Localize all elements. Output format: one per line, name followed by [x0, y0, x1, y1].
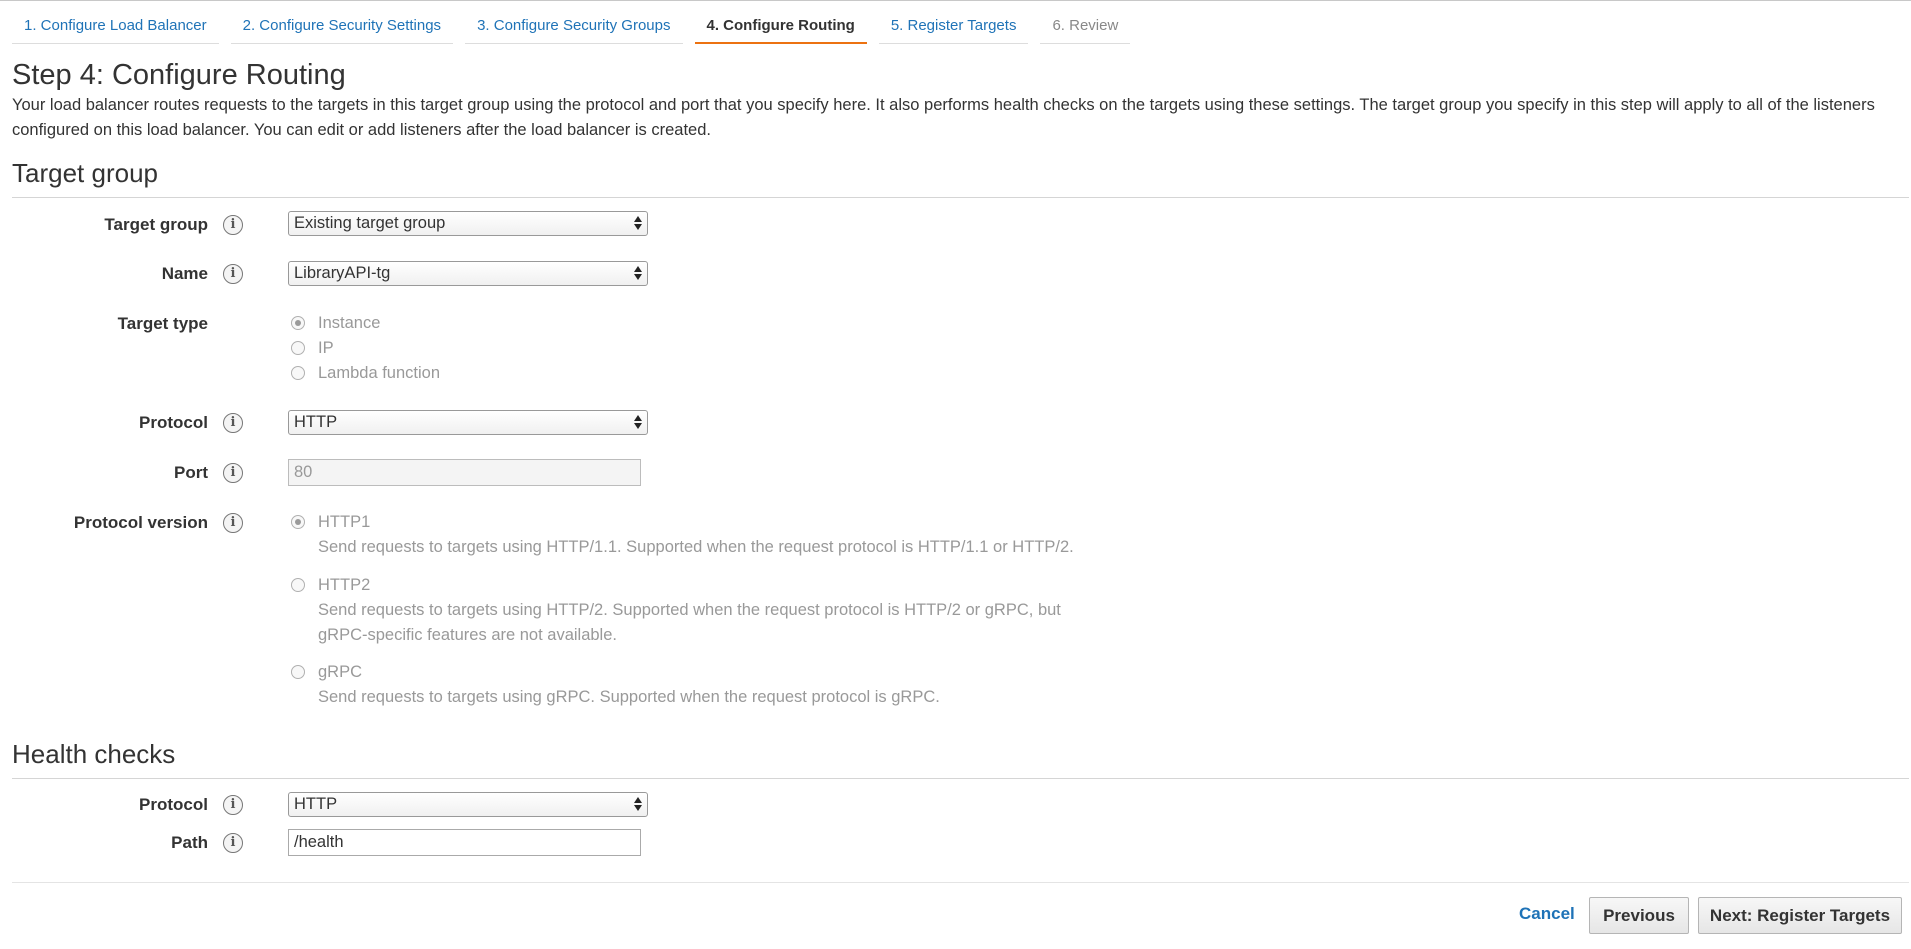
info-icon[interactable]: i [223, 463, 243, 483]
health-check-path-label: Path [171, 833, 208, 852]
radio-label: Lambda function [318, 363, 441, 382]
radio-button [291, 366, 305, 380]
health-check-protocol-value: HTTP [294, 795, 338, 813]
radio-label: gRPC [318, 662, 363, 681]
health-check-protocol-select[interactable]: HTTP [288, 792, 648, 817]
wizard-steps: 1. Configure Load Balancer 2. Configure … [12, 14, 1131, 44]
protocol-version-label: Protocol version [73, 513, 208, 532]
protocol-version-http1-radio: HTTP1 [291, 511, 370, 533]
protocol-version-grpc-radio: gRPC [291, 661, 362, 683]
health-check-protocol-label: Protocol [139, 795, 208, 814]
info-icon[interactable]: i [223, 215, 243, 235]
info-icon[interactable]: i [223, 264, 243, 284]
cancel-link[interactable]: Cancel [1519, 904, 1575, 924]
protocol-value: HTTP [294, 413, 338, 431]
radio-button-checked [291, 316, 305, 330]
target-group-name-select[interactable]: LibraryAPI-tg [288, 261, 648, 286]
page-title: Step 4: Configure Routing [12, 59, 346, 91]
protocol-select[interactable]: HTTP [288, 410, 648, 435]
radio-button [291, 341, 305, 355]
grpc-help-text: Send requests to targets using gRPC. Sup… [318, 688, 940, 706]
radio-label: IP [318, 338, 334, 357]
radio-label: HTTP2 [318, 575, 371, 594]
tab-configure-routing[interactable]: 4. Configure Routing [694, 14, 867, 44]
target-group-value: Existing target group [294, 214, 446, 232]
http1-help-text: Send requests to targets using HTTP/1.1.… [318, 538, 1074, 556]
select-arrows-icon [634, 265, 642, 281]
tab-configure-security-groups[interactable]: 3. Configure Security Groups [465, 14, 683, 44]
port-label: Port [174, 463, 208, 482]
health-checks-section-title: Health checks [12, 739, 176, 769]
target-group-section-title: Target group [12, 158, 158, 188]
tab-configure-security-settings[interactable]: 2. Configure Security Settings [230, 14, 454, 44]
section-divider [12, 778, 1909, 779]
target-type-ip-radio: IP [291, 337, 334, 359]
tab-review: 6. Review [1040, 14, 1131, 44]
http2-help-text: Send requests to targets using HTTP/2. S… [318, 601, 1061, 619]
protocol-version-http2-radio: HTTP2 [291, 574, 370, 596]
info-icon[interactable]: i [223, 833, 243, 853]
select-arrows-icon [634, 796, 642, 812]
select-arrows-icon [634, 215, 642, 231]
http2-help-text-continued: gRPC-specific features are not available… [318, 626, 617, 644]
section-divider [12, 197, 1909, 198]
info-icon[interactable]: i [223, 413, 243, 433]
port-input: 80 [288, 459, 641, 486]
top-border [0, 0, 1911, 1]
radio-label: Instance [318, 313, 381, 332]
name-label: Name [161, 264, 208, 283]
radio-button [291, 578, 305, 592]
footer-divider [12, 882, 1909, 883]
health-check-path-input[interactable]: /health [288, 829, 641, 856]
protocol-label: Protocol [139, 413, 208, 432]
info-icon[interactable]: i [223, 513, 243, 533]
target-group-label: Target group [104, 215, 208, 234]
tab-register-targets[interactable]: 5. Register Targets [878, 14, 1029, 44]
radio-label: HTTP1 [318, 512, 371, 531]
target-group-select[interactable]: Existing target group [288, 211, 648, 236]
target-type-lambda-radio: Lambda function [291, 362, 440, 384]
page-description: Your load balancer routes requests to th… [12, 96, 1875, 139]
radio-button [291, 665, 305, 679]
target-group-name-value: LibraryAPI-tg [294, 264, 391, 282]
info-icon[interactable]: i [223, 795, 243, 815]
target-type-instance-radio: Instance [291, 312, 380, 334]
tab-configure-load-balancer[interactable]: 1. Configure Load Balancer [12, 14, 219, 44]
next-register-targets-button[interactable]: Next: Register Targets [1698, 897, 1902, 934]
radio-button-checked [291, 515, 305, 529]
previous-button[interactable]: Previous [1589, 897, 1689, 934]
target-type-label: Target type [117, 314, 208, 333]
select-arrows-icon [634, 414, 642, 430]
